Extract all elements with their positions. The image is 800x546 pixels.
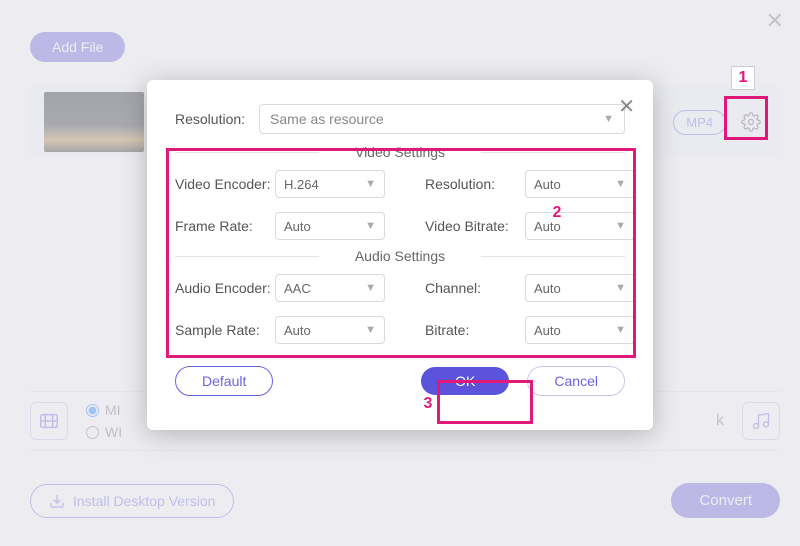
modal-close-icon[interactable]: ✕ <box>618 94 635 119</box>
channel-label: Channel: <box>425 280 525 296</box>
default-button[interactable]: Default <box>175 366 273 396</box>
video-icon[interactable] <box>30 402 68 440</box>
chevron-down-icon: ▼ <box>615 220 626 232</box>
radio-2[interactable] <box>86 426 99 439</box>
frame-rate-select[interactable]: Auto▼ <box>275 212 385 240</box>
audio-encoder-label: Audio Encoder: <box>175 280 275 296</box>
radio-1[interactable] <box>86 404 99 417</box>
audio-settings-title: Audio Settings <box>175 248 625 264</box>
channel-select[interactable]: Auto▼ <box>525 274 635 302</box>
video-encoder-select[interactable]: H.264▼ <box>275 170 385 198</box>
app-close-icon[interactable]: ✕ <box>766 8 784 34</box>
add-file-button[interactable]: Add File <box>30 32 125 62</box>
video-encoder-label: Video Encoder: <box>175 176 275 192</box>
radio-2-label: WI <box>105 424 122 440</box>
format-pill[interactable]: MP4 <box>673 110 726 135</box>
radio-group: MI WI <box>86 402 122 440</box>
video-thumbnail <box>44 92 144 152</box>
download-icon <box>49 493 65 509</box>
install-label: Install Desktop Version <box>73 493 215 509</box>
resolution2-select[interactable]: Auto▼ <box>525 170 635 198</box>
video-bitrate-select[interactable]: Auto▼ <box>525 212 635 240</box>
video-settings-title: Video Settings <box>175 144 625 160</box>
settings-modal: ✕ Resolution: Same as resource ▼ Video S… <box>147 80 653 430</box>
footer: Install Desktop Version Convert <box>30 483 780 518</box>
resolution2-label: Resolution: <box>425 176 525 192</box>
resolution-label: Resolution: <box>175 111 245 127</box>
convert-button[interactable]: Convert <box>671 483 780 518</box>
audio-encoder-select[interactable]: AAC▼ <box>275 274 385 302</box>
cancel-button[interactable]: Cancel <box>527 366 625 396</box>
chevron-down-icon: ▼ <box>365 282 376 294</box>
chevron-down-icon: ▼ <box>603 113 614 125</box>
video-bitrate-label: Video Bitrate: <box>425 218 525 234</box>
resolution-value: Same as resource <box>270 111 384 127</box>
gear-icon[interactable] <box>736 107 766 137</box>
radio-1-label: MI <box>105 402 121 418</box>
audio-icon[interactable] <box>742 402 780 440</box>
chevron-down-icon: ▼ <box>365 220 376 232</box>
sample-rate-label: Sample Rate: <box>175 322 275 338</box>
chevron-down-icon: ▼ <box>615 282 626 294</box>
k-label: k <box>716 412 724 430</box>
resolution-select[interactable]: Same as resource ▼ <box>259 104 625 134</box>
ok-button[interactable]: OK <box>421 367 509 395</box>
chevron-down-icon: ▼ <box>615 324 626 336</box>
radio-option-1[interactable]: MI <box>86 402 122 418</box>
audio-bitrate-label: Bitrate: <box>425 322 525 338</box>
frame-rate-label: Frame Rate: <box>175 218 275 234</box>
audio-bitrate-select[interactable]: Auto▼ <box>525 316 635 344</box>
chevron-down-icon: ▼ <box>615 178 626 190</box>
radio-option-2[interactable]: WI <box>86 424 122 440</box>
chevron-down-icon: ▼ <box>365 178 376 190</box>
install-desktop-button[interactable]: Install Desktop Version <box>30 484 234 518</box>
sample-rate-select[interactable]: Auto▼ <box>275 316 385 344</box>
chevron-down-icon: ▼ <box>365 324 376 336</box>
